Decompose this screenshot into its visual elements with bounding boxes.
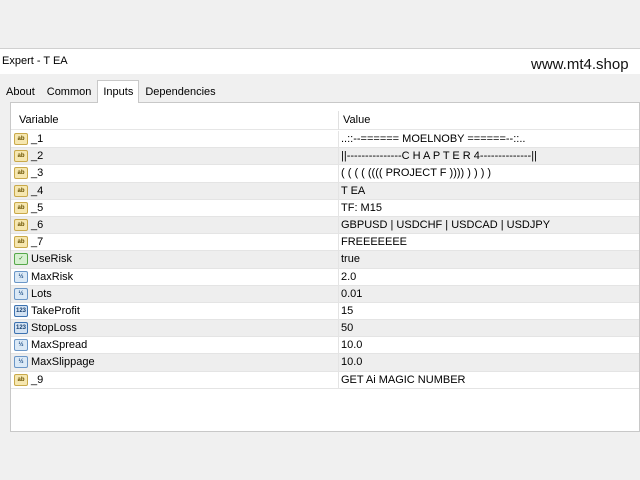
variable-value[interactable]: 50 (341, 322, 353, 334)
variable-name: MaxSpread (31, 339, 88, 352)
table-row[interactable]: ab _3 ( ( ( ( (((( PROJECT F )))) ) ) ) ) (11, 165, 639, 183)
string-icon: ab (14, 184, 28, 197)
tab-dependencies[interactable]: Dependencies (139, 80, 222, 102)
variable-name: UseRisk (31, 253, 72, 266)
table-row[interactable]: ✓ UseRisk true (11, 251, 639, 269)
table-row[interactable]: ½ MaxRisk 2.0 (11, 268, 639, 286)
integer-icon: 123 (14, 322, 28, 335)
string-icon: ab (14, 201, 28, 214)
variable-value[interactable]: T EA (341, 185, 365, 197)
cell-divider (338, 199, 339, 216)
variable-value[interactable]: GBPUSD | USDCHF | USDCAD | USDJPY (341, 219, 550, 231)
variable-value[interactable]: ||---------------C H A P T E R 4--------… (341, 150, 537, 162)
grid-header: Variable Value (11, 111, 639, 130)
variable-value[interactable]: ( ( ( ( (((( PROJECT F )))) ) ) ) ) (341, 167, 491, 179)
cell-divider (338, 165, 339, 182)
double-icon: ½ (14, 270, 28, 283)
variable-name: MaxSlippage (31, 356, 95, 369)
double-icon: ½ (14, 339, 28, 352)
integer-icon: 123 (14, 304, 28, 317)
variable-value[interactable]: true (341, 253, 360, 265)
bottom-background (0, 432, 640, 480)
variable-name: _6 (31, 218, 44, 231)
string-icon: ab (14, 373, 28, 386)
cell-divider (338, 320, 339, 337)
cell-divider (338, 354, 339, 371)
inputs-panel: Variable Value ab _1 ..::--====== MOELNOBY… (10, 102, 640, 432)
cell-divider (338, 216, 339, 234)
variable-value[interactable]: 2.0 (341, 271, 356, 283)
table-row[interactable]: ab _9 GET Ai MAGIC NUMBER (11, 371, 639, 389)
tab-about[interactable]: About (0, 80, 41, 102)
top-background (0, 0, 640, 48)
table-row[interactable]: ab _7 FREEEEEEE (11, 234, 639, 252)
string-icon: ab (14, 150, 28, 163)
table-row[interactable]: ½ MaxSpread 10.0 (11, 337, 639, 355)
column-header-variable[interactable]: Variable (19, 114, 59, 126)
string-icon: ab (14, 167, 28, 180)
variable-value[interactable]: GET Ai MAGIC NUMBER (341, 374, 465, 386)
cell-divider (338, 302, 339, 320)
table-row[interactable]: ab _5 TF: M15 (11, 199, 639, 217)
variable-name: _3 (31, 167, 44, 180)
variable-name: _4 (31, 184, 44, 197)
string-icon: ab (14, 133, 28, 145)
cell-divider (338, 268, 339, 285)
variable-name: _1 (31, 133, 44, 145)
variable-name: _5 (31, 201, 44, 214)
variable-value[interactable]: 10.0 (341, 356, 362, 368)
inputs-grid: ab _1 ..::--====== MOELNOBY ======--::.. ab… (11, 131, 639, 389)
tab-inputs[interactable]: Inputs (97, 80, 140, 103)
variable-value[interactable]: TF: M15 (341, 202, 382, 214)
double-icon: ½ (14, 287, 28, 300)
string-icon: ab (14, 218, 28, 231)
variable-value[interactable]: FREEEEEEE (341, 236, 407, 248)
column-divider[interactable] (338, 111, 339, 130)
cell-divider (338, 182, 339, 199)
column-header-value[interactable]: Value (343, 114, 370, 126)
table-row[interactable]: ab _6 GBPUSD | USDCHF | USDCAD | USDJPY (11, 216, 639, 235)
table-row[interactable]: ½ MaxSlippage 10.0 (11, 354, 639, 372)
cell-divider (338, 251, 339, 268)
table-row[interactable]: ½ Lots 0.01 (11, 285, 639, 303)
variable-name: _7 (31, 236, 44, 249)
variable-value[interactable]: ..::--====== MOELNOBY ======--::.. (341, 133, 525, 145)
string-icon: ab (14, 236, 28, 249)
table-row[interactable]: 123 TakeProfit 15 (11, 302, 639, 321)
cell-divider (338, 371, 339, 388)
variable-name: _2 (31, 150, 44, 163)
variable-name: _9 (31, 373, 44, 386)
variable-value[interactable]: 15 (341, 305, 353, 317)
variable-value[interactable]: 0.01 (341, 288, 362, 300)
table-row[interactable]: ab _1 ..::--====== MOELNOBY ======--::.. (11, 131, 639, 149)
variable-name: MaxRisk (31, 270, 74, 283)
tab-strip: About Common Inputs Dependencies (0, 80, 640, 103)
tab-common[interactable]: Common (40, 80, 98, 102)
double-icon: ½ (14, 356, 28, 369)
cell-divider (338, 148, 339, 165)
table-row[interactable]: ab _4 T EA (11, 182, 639, 200)
cell-divider (338, 234, 339, 251)
title-bar: Expert - T EA www.mt4.shop (0, 48, 640, 74)
variable-name: Lots (31, 287, 52, 300)
cell-divider (338, 131, 339, 148)
window-title: Expert - T EA (2, 55, 68, 67)
watermark-text: www.mt4.shop (531, 56, 629, 73)
bool-icon: ✓ (14, 253, 28, 266)
variable-name: StopLoss (31, 322, 77, 335)
variable-value[interactable]: 10.0 (341, 339, 362, 351)
cell-divider (338, 285, 339, 302)
table-row[interactable]: ab _2 ||---------------C H A P T E R 4----… (11, 148, 639, 166)
table-row[interactable]: 123 StopLoss 50 (11, 320, 639, 338)
cell-divider (338, 337, 339, 354)
variable-name: TakeProfit (31, 304, 80, 317)
